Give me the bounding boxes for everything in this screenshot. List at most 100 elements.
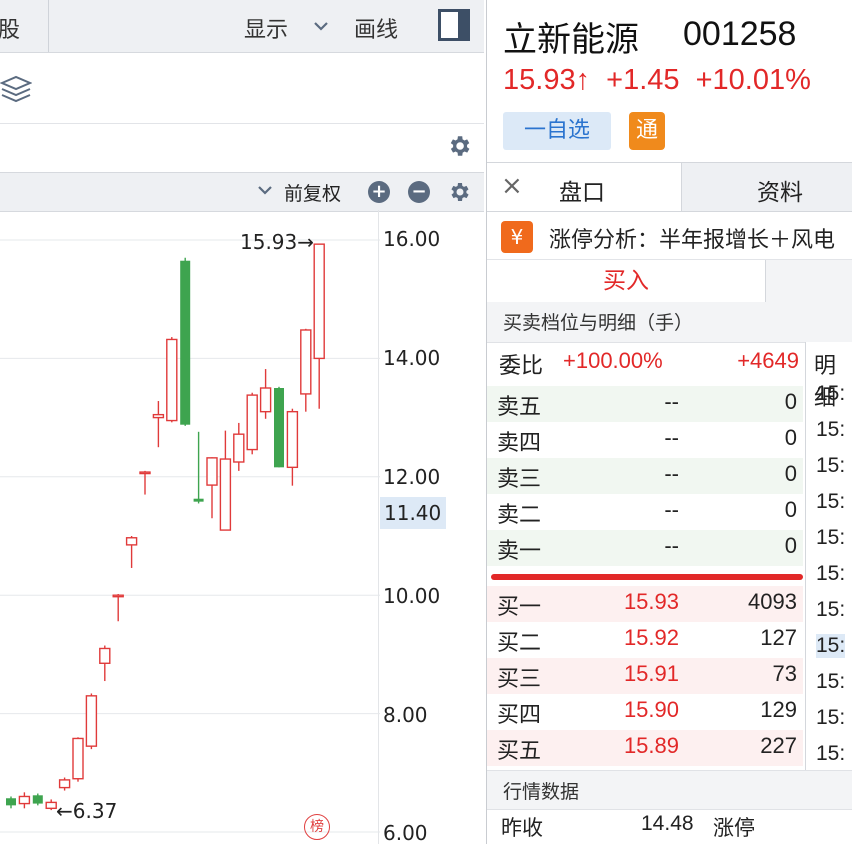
candlestick[interactable] [112,594,124,622]
bid-level-row: 买五 15.89 227 [487,730,803,766]
ask-level-row: 卖四 -- 0 [487,422,803,458]
chart-settings-gear-icon[interactable] [447,180,471,204]
stock-name: 立新能源 [503,20,639,60]
trade-detail-column[interactable]: 明细 15: 15: 15: 15: 15: 15: 15: 15: 15: 1… [805,342,852,770]
price-change-percent: +10.01% [695,64,811,96]
ask-level-volume: 0 [784,425,797,450]
quote-panel: 立新能源 001258 15.93↑ +1.45 +10.01% 一自选 通 ×… [486,0,852,844]
tab-orderbook[interactable]: × 盘口 [487,163,682,211]
orderbook-section-title: 买卖档位与明细（手） [503,312,694,334]
limit-up-analysis-row[interactable]: ¥ 涨停分析：半年报增长＋风电 [487,213,852,260]
candle-body [313,243,325,360]
stock-code: 001258 [683,15,797,53]
ask-level-row: 卖二 -- 0 [487,494,803,530]
candle-body [85,695,98,747]
limit-up-analysis-text: 涨停分析：半年报增长＋风电 [549,228,836,253]
candlestick[interactable] [45,799,57,811]
chevron-down-icon[interactable] [312,19,330,33]
candlestick[interactable] [166,337,178,423]
rank-badge-icon[interactable]: 榜 [304,814,330,840]
candlestick[interactable] [152,401,165,448]
candlestick[interactable] [286,408,299,486]
order-ratio-diff: +4649 [737,348,799,373]
trade-detail-time: 15: [816,562,846,585]
candle-body [32,795,43,804]
candle-body [166,338,178,422]
buy-button[interactable]: 买入 [487,260,766,302]
stock-connect-badge[interactable]: 通 [629,112,665,150]
candlestick[interactable] [99,645,111,682]
candle-body [139,471,151,475]
candlestick[interactable] [18,792,31,809]
candlestick[interactable] [180,257,191,426]
candlestick[interactable] [72,737,84,782]
bid-level-label: 买四 [497,703,542,728]
candle-body [206,457,218,486]
close-icon[interactable]: × [501,171,523,201]
ask-level-price: -- [664,461,679,486]
trade-detail-time: 15: [816,742,846,765]
ask-level-volume: 0 [784,389,797,414]
high-price-annotation: 15.93→ [240,230,315,254]
candlestick[interactable] [32,793,43,806]
bid-level-price: 15.89 [623,733,679,758]
zoom-out-icon[interactable]: − [408,181,430,203]
bid-level-volume: 227 [760,733,797,758]
bid-ask-separator [491,574,803,580]
kline-chart-pane: 股 显示 画线 前复权 + − 16.00 14.00 12.00 11.40 … [0,0,484,845]
candlestick[interactable] [125,536,138,568]
current-price-axis-marker: 11.40 [380,497,446,529]
panel-toggle-icon[interactable] [438,9,470,41]
candlestick[interactable] [246,392,258,455]
adjust-chevron-down-icon[interactable] [256,183,274,197]
settings-gear-icon[interactable] [446,133,472,159]
market-data-title: 行情数据 [503,781,580,803]
candlestick[interactable] [274,386,284,468]
chart-subtoolbar: 前复权 + − [0,172,484,212]
ask-level-label: 卖五 [497,395,542,420]
bid-level-row: 买一 15.93 4093 [487,586,803,622]
bid-level-label: 买五 [497,739,542,764]
candle-body [246,394,258,451]
candlestick[interactable] [6,796,16,809]
candlestick[interactable] [300,328,312,412]
candlestick[interactable] [193,431,204,504]
limit-up-label: 涨停 [713,816,755,840]
chart-separator [0,123,484,124]
candlestick[interactable] [259,369,272,419]
display-menu-button[interactable]: 显示 [244,12,288,44]
candlestick[interactable] [139,470,151,495]
candle-body [72,737,84,780]
draw-line-button[interactable]: 画线 [354,12,398,44]
candlestick[interactable] [219,430,232,531]
candlestick[interactable] [85,693,98,750]
candlestick[interactable] [233,422,245,471]
trade-detail-time: 15: [816,382,846,405]
zoom-in-icon[interactable]: + [368,181,390,203]
last-price: 15.93↑ [503,64,591,96]
candlestick-plot[interactable] [0,210,380,844]
y-tick-label: 10.00 [383,584,441,608]
candle-body [125,537,138,546]
bid-level-volume: 4093 [748,589,797,614]
prev-close-value: 14.48 [641,812,694,835]
add-to-watchlist-button[interactable]: 一自选 [503,112,611,150]
quote-tabs: × 盘口 资料 [487,162,852,212]
candlestick[interactable] [313,243,325,409]
price-adjust-select[interactable]: 前复权 [284,179,341,206]
layers-icon[interactable] [0,74,32,106]
order-ratio-label: 委比 [499,354,544,379]
market-data-row: 昨收 14.48 涨停 [487,810,852,844]
tab-profile[interactable]: 资料 [757,173,803,207]
ask-level-label: 卖四 [497,431,542,456]
bid-level-label: 买三 [497,667,542,692]
candle-body [152,413,165,419]
ask-level-label: 卖一 [497,539,542,564]
chart-toolbar-left-label[interactable]: 股 [0,12,20,44]
price-row: 15.93↑ +1.45 +10.01% [503,64,811,97]
toolbar-divider [48,0,49,52]
candlestick[interactable] [58,777,71,791]
candlestick[interactable] [206,457,218,519]
order-ratio-percent: +100.00% [563,348,663,373]
low-price-annotation: ←6.37 [56,799,118,823]
